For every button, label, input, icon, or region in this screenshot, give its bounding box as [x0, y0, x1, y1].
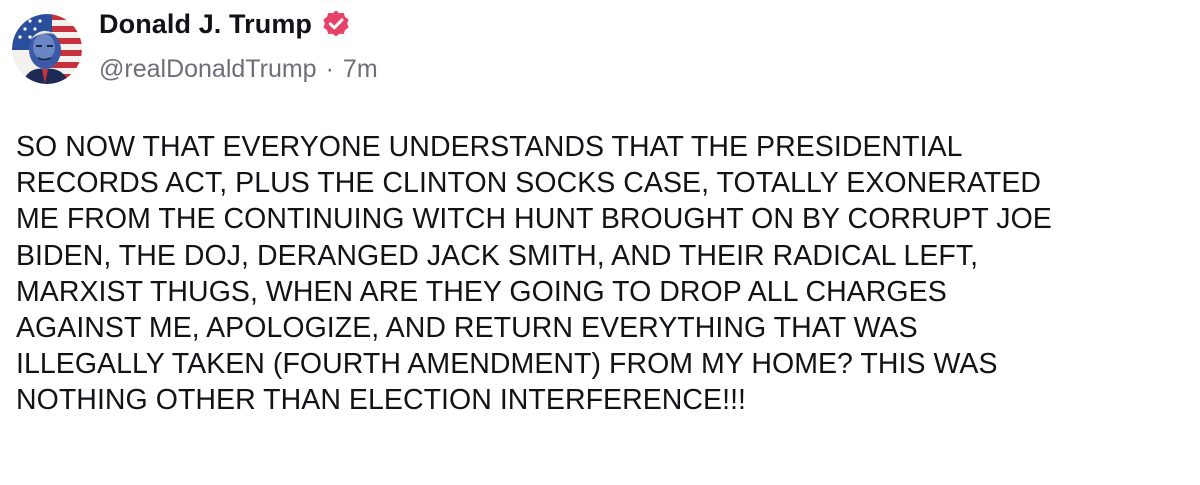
- avatar[interactable]: [12, 14, 82, 84]
- post-body-line: MARXIST THUGS, WHEN ARE THEY GOING TO DR…: [16, 275, 947, 308]
- post-body-line: AGAINST ME, APOLOGIZE, AND RETURN EVERYT…: [16, 311, 918, 344]
- author-meta-row: @realDonaldTrump · 7m: [99, 53, 378, 85]
- handle[interactable]: @realDonaldTrump: [99, 55, 317, 84]
- timestamp[interactable]: 7m: [343, 55, 378, 84]
- avatar-image: [12, 14, 82, 84]
- post-body: SO NOW THAT EVERYONE UNDERSTANDS THAT TH…: [16, 129, 1188, 419]
- post-body-line: ME FROM THE CONTINUING WITCH HUNT BROUGH…: [16, 203, 1052, 236]
- post-body-line: NOTHING OTHER THAN ELECTION INTERFERENCE…: [16, 384, 747, 417]
- author-name-row: Donald J. Trump: [99, 6, 351, 42]
- display-name[interactable]: Donald J. Trump: [99, 9, 312, 40]
- meta-separator: ·: [325, 54, 334, 83]
- verified-badge-icon: [321, 9, 351, 39]
- post-body-line: SO NOW THAT EVERYONE UNDERSTANDS THAT TH…: [16, 131, 963, 163]
- post-header: Donald J. Trump @realDonaldTrump · 7m: [12, 0, 1182, 110]
- post-card: Donald J. Trump @realDonaldTrump · 7m SO…: [0, 0, 1200, 485]
- post-body-line: ILLEGALLY TAKEN (FOURTH AMENDMENT) FROM …: [16, 348, 998, 381]
- post-body-line: RECORDS ACT, PLUS THE CLINTON SOCKS CASE…: [16, 167, 1042, 200]
- post-body-line: BIDEN, THE DOJ, DERANGED JACK SMITH, AND…: [16, 239, 979, 272]
